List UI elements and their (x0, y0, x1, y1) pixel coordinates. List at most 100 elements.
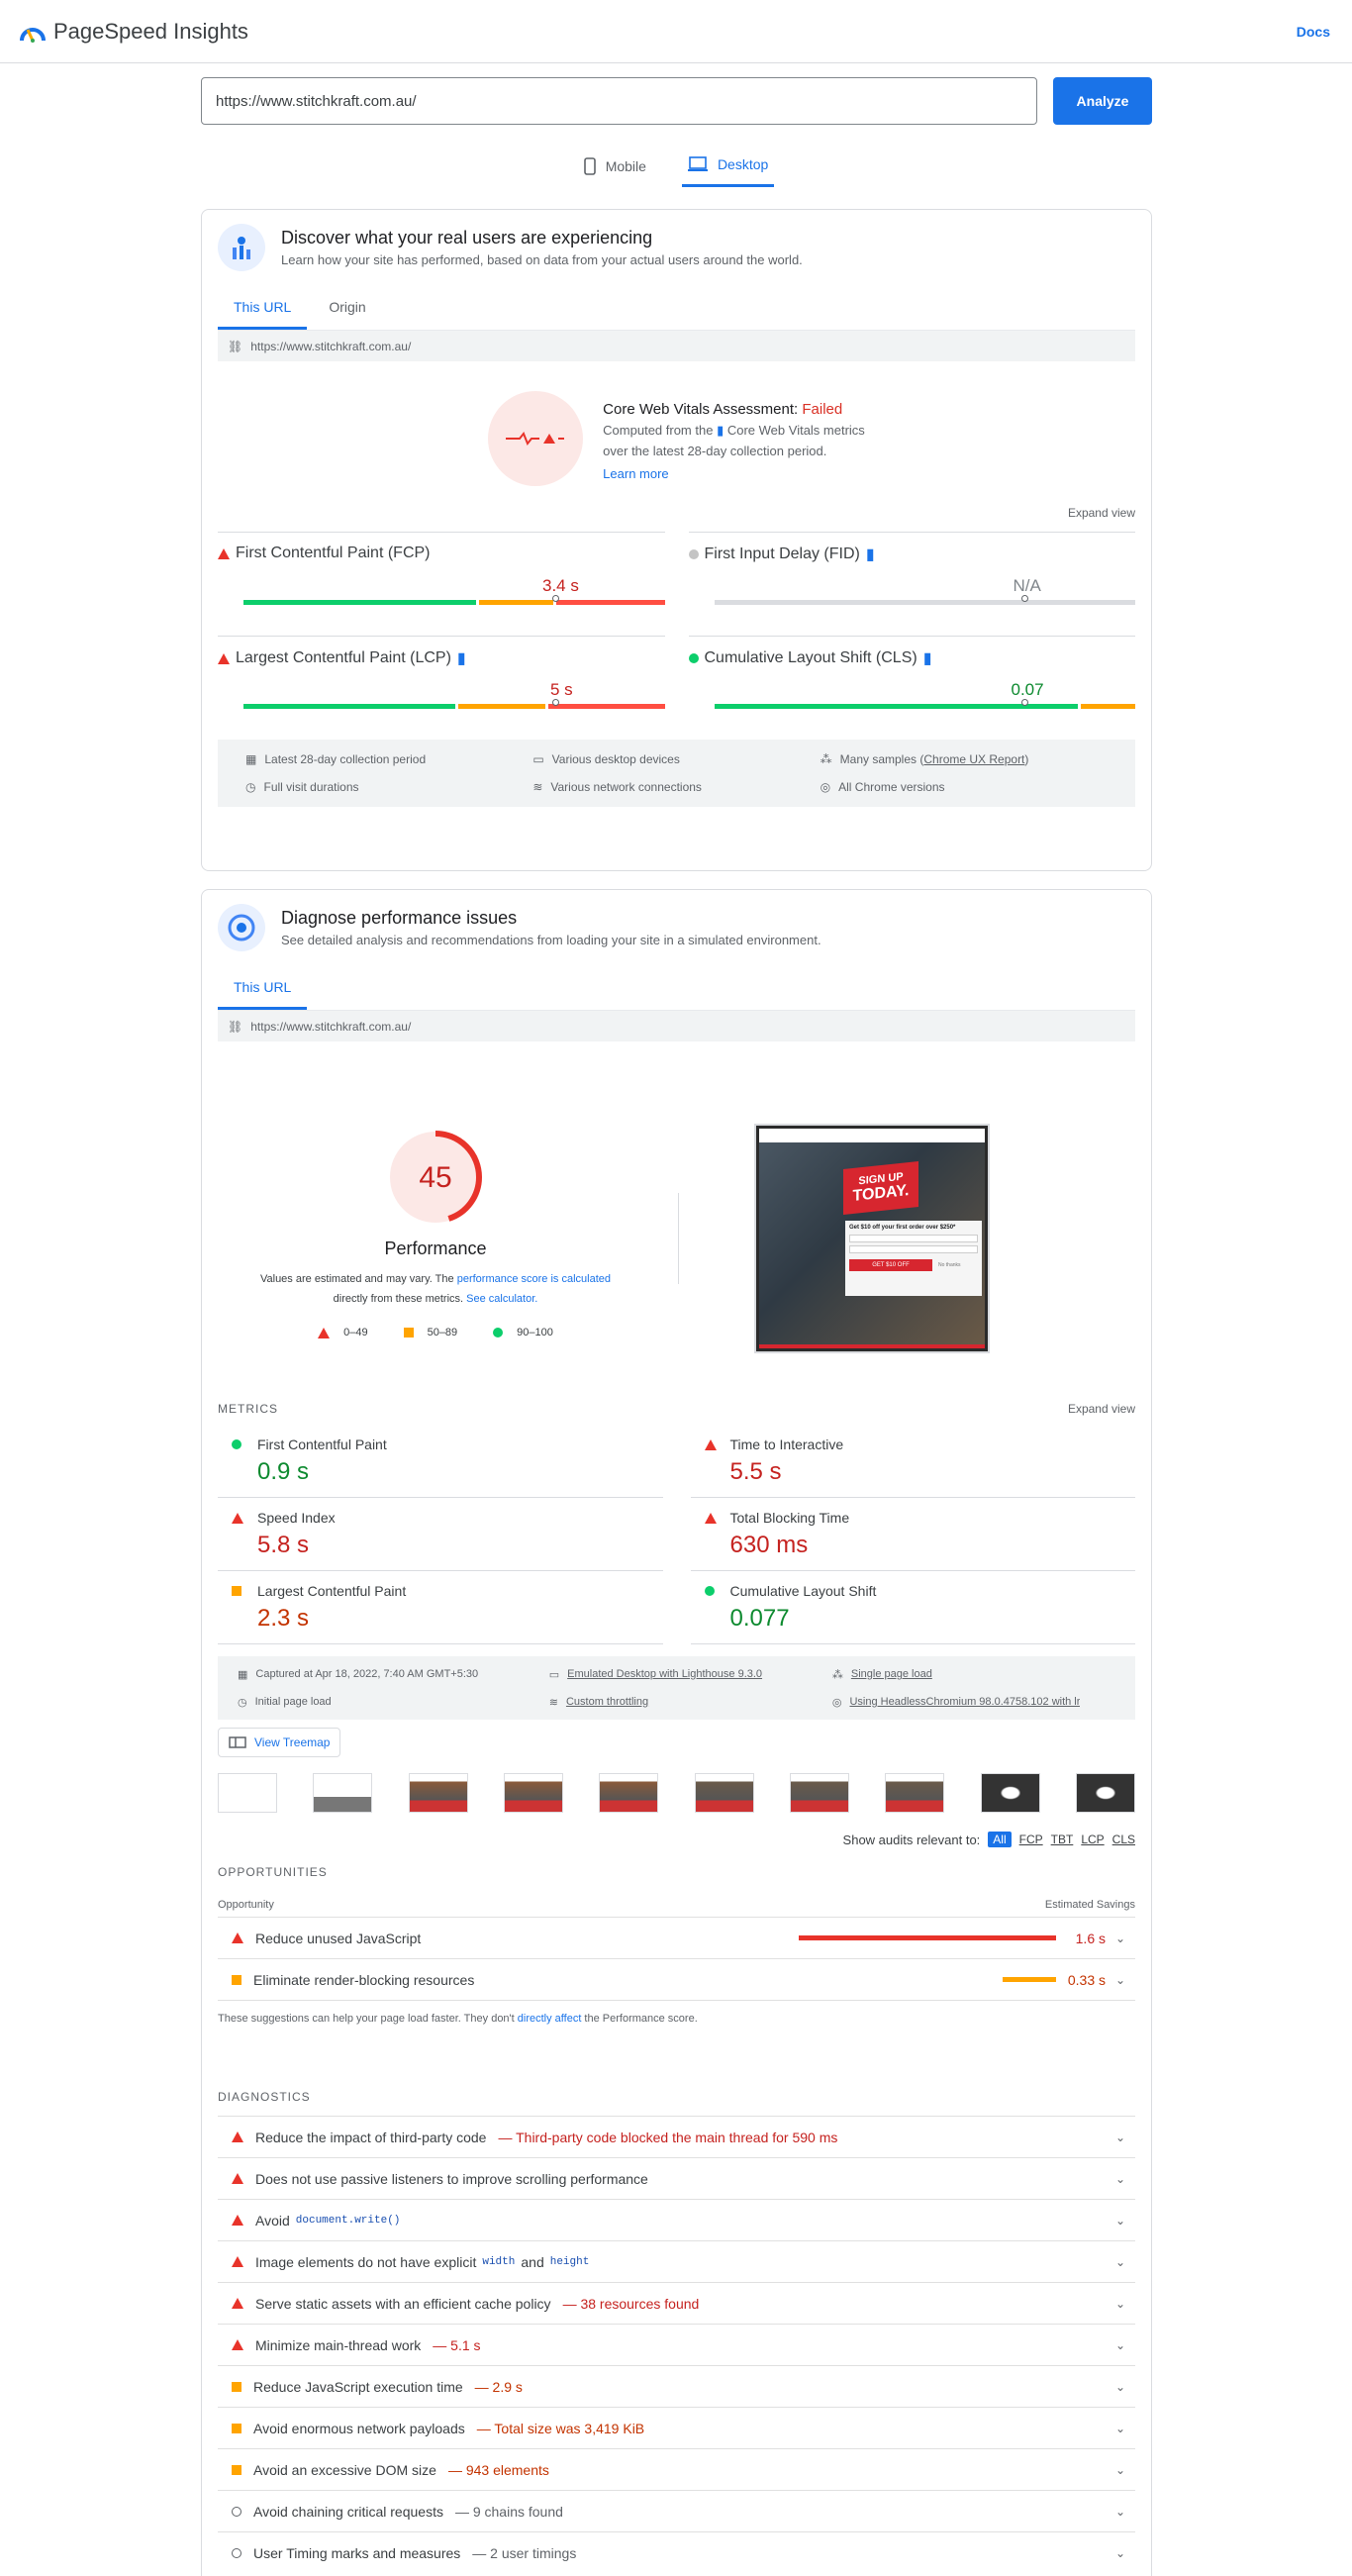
fail-icon (318, 1327, 331, 1338)
filter-all[interactable]: All (988, 1832, 1012, 1847)
info-chromium: ◎ Using HeadlessChromium 98.0.4758.102 wi… (832, 1688, 1115, 1716)
crux-link[interactable]: Chrome UX Report (923, 752, 1024, 766)
chevron-down-icon[interactable]: ⌄ (1115, 2338, 1125, 2352)
info-emulated: ▭ Emulated Desktop with Lighthouse 9.3.0 (549, 1660, 832, 1688)
diagnostic-title: Avoid chaining critical requests (253, 2503, 443, 2520)
cwv-computed-c: over the latest 28-day collection period… (603, 444, 827, 458)
chevron-down-icon[interactable]: ⌄ (1115, 2172, 1125, 2186)
lab-url-bar: ⛓ https://www.stitchkraft.com.au/ (218, 1010, 1135, 1041)
score-calc-link[interactable]: performance score is calculated (457, 1273, 611, 1285)
chrome-icon: ◎ (820, 780, 831, 794)
filter-tbt[interactable]: TBT (1051, 1833, 1074, 1846)
field-metric-fid[interactable]: First Input Delay (FID) ▮ N/A (688, 532, 1135, 636)
filmstrip (218, 1773, 1135, 1815)
brand[interactable]: PageSpeed Insights (20, 19, 248, 45)
diagnostic-row[interactable]: Reduce JavaScript execution time — 2.9 s ⌄ (218, 2365, 1135, 2407)
chevron-down-icon[interactable]: ⌄ (1115, 2214, 1125, 2228)
opportunity-savings: 0.33 s (1067, 1971, 1106, 1988)
field-metric-cls[interactable]: Cumulative Layout Shift (CLS) ▮ 0.07 (688, 636, 1135, 740)
diagnostic-row[interactable]: Image elements do not have explicit width… (218, 2240, 1135, 2282)
diagnostic-row[interactable]: Does not use passive listeners to improv… (218, 2157, 1135, 2199)
chevron-down-icon[interactable]: ⌄ (1115, 2255, 1125, 2269)
opportunities-label: OPPORTUNITIES (218, 1865, 328, 1879)
analyze-button[interactable]: Analyze (1053, 77, 1152, 125)
chevron-down-icon[interactable]: ⌄ (1115, 2130, 1125, 2144)
directly-affect-link[interactable]: directly affect (518, 2013, 582, 2025)
diagnostic-row[interactable]: Serve static assets with an efficient ca… (218, 2282, 1135, 2324)
diagnostic-detail: — 9 chains found (454, 2503, 563, 2520)
final-screenshot[interactable]: SIGN UP TODAY. Get $10 off your first ord… (754, 1124, 990, 1353)
view-treemap-button[interactable]: View Treemap (218, 1728, 341, 1757)
bookmark-icon: ▮ (865, 546, 875, 563)
learn-more-link[interactable]: Learn more (603, 463, 865, 484)
cwv-failed-icon (488, 391, 584, 486)
chevron-down-icon[interactable]: ⌄ (1115, 2380, 1125, 2394)
diagnostic-row[interactable]: Avoid document.write() ⌄ (218, 2199, 1135, 2240)
chevron-down-icon[interactable]: ⌄ (1115, 1973, 1125, 1987)
fail-icon (232, 2298, 243, 2309)
diagnostic-row[interactable]: Minimize main-thread work — 5.1 s ⌄ (218, 2324, 1135, 2365)
people-icon: ⁂ (831, 1668, 843, 1681)
tab-desktop[interactable]: Desktop (681, 149, 775, 187)
chevron-down-icon[interactable]: ⌄ (1115, 2297, 1125, 2311)
na-icon (688, 549, 699, 559)
average-icon (232, 2464, 241, 2475)
tab-mobile[interactable]: Mobile (578, 149, 652, 187)
note-text: Values are estimated and may vary. The (259, 1273, 457, 1285)
chevron-down-icon[interactable]: ⌄ (1115, 2463, 1125, 2477)
field-url: https://www.stitchkraft.com.au/ (250, 339, 412, 353)
filter-fcp[interactable]: FCP (1019, 1833, 1043, 1846)
diagnostic-row[interactable]: Avoid chaining critical requests — 9 chai… (218, 2490, 1135, 2531)
users-icon (218, 224, 265, 271)
field-metrics: First Contentful Paint (FCP) 3.4 s First… (202, 532, 1151, 740)
diagnose-icon (218, 904, 265, 951)
field-metric-fcp[interactable]: First Contentful Paint (FCP) 3.4 s (218, 532, 665, 636)
lab-metric-si: Speed Index 5.8 s (218, 1498, 663, 1571)
lab-subtitle: See detailed analysis and recommendation… (281, 933, 821, 947)
lab-metrics: First Contentful Paint 0.9 s Time to Inte… (202, 1425, 1151, 1644)
opportunity-title: Eliminate render-blocking resources (253, 1971, 475, 1988)
diagnostic-row[interactable]: Avoid enormous network payloads — Total s… (218, 2407, 1135, 2448)
wifi-icon: ≋ (548, 1696, 558, 1709)
filter-lcp[interactable]: LCP (1081, 1833, 1104, 1846)
tab-origin[interactable]: Origin (313, 289, 381, 330)
opportunity-row[interactable]: Reduce unused JavaScript 1.6 s ⌄ (218, 1917, 1135, 1958)
filter-cls[interactable]: CLS (1112, 1833, 1135, 1846)
fail-icon (232, 2131, 243, 2142)
opportunity-title: Reduce unused JavaScript (255, 1930, 422, 1946)
info-text: Various network connections (550, 780, 702, 794)
lab-tab-this-url[interactable]: This URL (218, 969, 308, 1010)
pass-icon (704, 1586, 715, 1596)
diagnostics-label: DIAGNOSTICS (218, 2090, 311, 2104)
tab-this-url[interactable]: This URL (218, 289, 308, 330)
metrics-expand-view[interactable]: Expand view (1068, 1402, 1135, 1416)
diagnostic-row[interactable]: Reduce the impact of third-party code — T… (218, 2116, 1135, 2157)
field-subtitle: Learn how your site has performed, based… (281, 252, 803, 267)
samples-icon: ⁂ (820, 752, 832, 766)
field-metric-lcp[interactable]: Largest Contentful Paint (LCP) ▮ 5 s (218, 636, 665, 740)
info-text: Using HeadlessChromium 98.0.4758.102 wit… (849, 1696, 1081, 1708)
docs-link[interactable]: Docs (1297, 24, 1330, 40)
diagnostic-title: Does not use passive listeners to improv… (255, 2170, 648, 2187)
diagnostic-title: Minimize main-thread work (255, 2336, 422, 2353)
diagnostic-title: Avoid (255, 2212, 290, 2229)
chevron-down-icon[interactable]: ⌄ (1115, 1932, 1125, 1945)
opportunity-row[interactable]: Eliminate render-blocking resources 0.33… (218, 1958, 1135, 2000)
popup-text: No thanks (938, 1262, 961, 1268)
devices-icon: ▭ (548, 1668, 560, 1681)
search-row: Analyze (201, 77, 1152, 125)
metric-name: First Contentful Paint (257, 1437, 387, 1452)
metrics-label: METRICS (218, 1402, 278, 1416)
fail-icon (704, 1513, 717, 1524)
metric-value: 3.4 s (542, 576, 579, 595)
calculator-link[interactable]: See calculator. (466, 1293, 537, 1305)
chevron-down-icon[interactable]: ⌄ (1115, 2422, 1125, 2435)
diagnostic-row[interactable]: User Timing marks and measures — 2 user t… (218, 2531, 1135, 2573)
diagnostic-row[interactable]: Avoid an excessive DOM size — 943 element… (218, 2448, 1135, 2490)
pass-icon (493, 1328, 504, 1338)
field-expand-view[interactable]: Expand view (202, 486, 1151, 532)
chevron-down-icon[interactable]: ⌄ (1115, 2505, 1125, 2519)
legend-fail: 0–49 (343, 1327, 368, 1338)
chevron-down-icon[interactable]: ⌄ (1115, 2546, 1125, 2560)
url-input[interactable] (201, 77, 1037, 125)
